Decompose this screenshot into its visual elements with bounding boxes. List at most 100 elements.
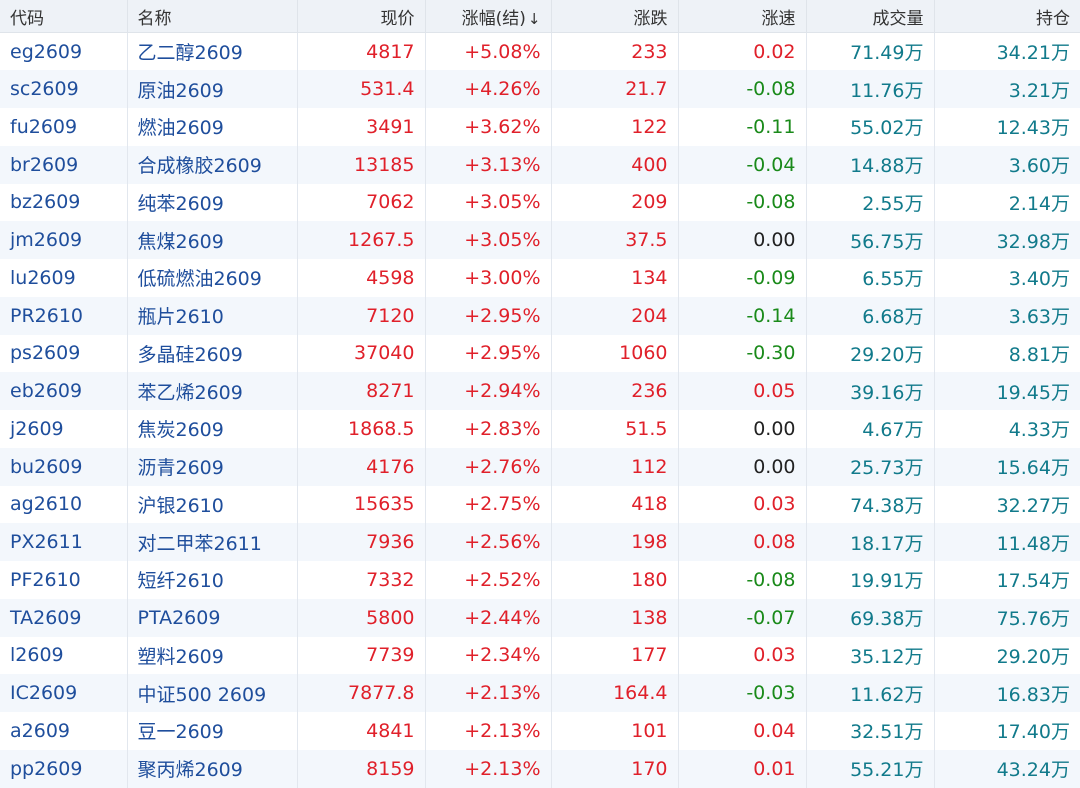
cell-speed: 0.00 bbox=[678, 410, 807, 448]
cell-name: 塑料2609 bbox=[127, 636, 298, 675]
table-row[interactable]: bu2609 沥青2609 4176 +2.76% 112 0.00 25.73万 15.64… bbox=[0, 447, 1080, 486]
cell-oi: 3.40万 bbox=[934, 259, 1080, 297]
cell-name: 燃油2609 bbox=[127, 108, 298, 146]
cell-change: 101 bbox=[551, 712, 679, 750]
cell-change: 418 bbox=[551, 485, 679, 524]
column-header-pct[interactable]: 涨幅(结) ↓ bbox=[425, 0, 552, 33]
cell-code: jm2609 bbox=[0, 221, 128, 259]
cell-oi: 8.81万 bbox=[934, 334, 1080, 373]
quotes-table: 代码 名称 现价 涨幅(结) ↓ 涨跌 涨速 成交量 持仓 eg2609 乙二醇26… bbox=[0, 0, 1080, 788]
column-header-volume[interactable]: 成交量 bbox=[806, 0, 935, 33]
cell-volume: 55.21万 bbox=[806, 749, 935, 788]
cell-speed: 0.08 bbox=[678, 523, 807, 561]
cell-change: 51.5 bbox=[551, 410, 679, 448]
cell-speed: -0.03 bbox=[678, 674, 807, 712]
table-row[interactable]: PF2610 短纤2610 7332 +2.52% 180 -0.08 19.91万 17.5… bbox=[0, 561, 1080, 599]
cell-price: 7739 bbox=[297, 636, 426, 675]
cell-change: 400 bbox=[551, 145, 679, 184]
cell-name: 焦炭2609 bbox=[127, 410, 298, 448]
cell-code: lu2609 bbox=[0, 259, 128, 297]
cell-name: 沥青2609 bbox=[127, 447, 298, 486]
table-row[interactable]: eg2609 乙二醇2609 4817 +5.08% 233 0.02 71.49万 34.2… bbox=[0, 32, 1080, 71]
table-row[interactable]: PR2610 瓶片2610 7120 +2.95% 204 -0.14 6.68万 3.63万 bbox=[0, 296, 1080, 335]
cell-oi: 43.24万 bbox=[934, 749, 1080, 788]
column-header-change[interactable]: 涨跌 bbox=[551, 0, 679, 33]
cell-price: 4817 bbox=[297, 32, 426, 71]
cell-name: 短纤2610 bbox=[127, 561, 298, 599]
cell-change: 236 bbox=[551, 372, 679, 410]
cell-code: sc2609 bbox=[0, 70, 128, 108]
cell-oi: 4.33万 bbox=[934, 410, 1080, 448]
cell-name: 合成橡胶2609 bbox=[127, 145, 298, 184]
cell-oi: 17.54万 bbox=[934, 561, 1080, 599]
cell-code: pp2609 bbox=[0, 749, 128, 788]
cell-pct: +3.62% bbox=[425, 108, 552, 146]
cell-pct: +2.13% bbox=[425, 749, 552, 788]
column-header-price[interactable]: 现价 bbox=[297, 0, 426, 33]
cell-oi: 17.40万 bbox=[934, 712, 1080, 750]
table-row[interactable]: jm2609 焦煤2609 1267.5 +3.05% 37.5 0.00 56.75万 32… bbox=[0, 221, 1080, 259]
cell-code: PR2610 bbox=[0, 296, 128, 335]
cell-pct: +2.75% bbox=[425, 485, 552, 524]
cell-speed: -0.08 bbox=[678, 561, 807, 599]
table-row[interactable]: l2609 塑料2609 7739 +2.34% 177 0.03 35.12万 29.20万 bbox=[0, 636, 1080, 675]
table-row[interactable]: lu2609 低硫燃油2609 4598 +3.00% 134 -0.09 6.55万 3.4… bbox=[0, 259, 1080, 297]
table-body: eg2609 乙二醇2609 4817 +5.08% 233 0.02 71.49万 34.2… bbox=[0, 32, 1080, 788]
cell-change: 164.4 bbox=[551, 674, 679, 712]
cell-code: bz2609 bbox=[0, 183, 128, 222]
table-row[interactable]: ps2609 多晶硅2609 37040 +2.95% 1060 -0.30 29.20万 8… bbox=[0, 334, 1080, 373]
cell-name: 多晶硅2609 bbox=[127, 334, 298, 373]
cell-volume: 69.38万 bbox=[806, 598, 935, 637]
column-header-speed[interactable]: 涨速 bbox=[678, 0, 807, 33]
cell-speed: 0.03 bbox=[678, 636, 807, 675]
table-row[interactable]: bz2609 纯苯2609 7062 +3.05% 209 -0.08 2.55万 2.14万 bbox=[0, 183, 1080, 222]
cell-code: l2609 bbox=[0, 636, 128, 675]
cell-oi: 75.76万 bbox=[934, 598, 1080, 637]
column-header-name[interactable]: 名称 bbox=[127, 0, 298, 33]
column-header-oi[interactable]: 持仓 bbox=[934, 0, 1080, 33]
cell-volume: 6.55万 bbox=[806, 259, 935, 297]
table-row[interactable]: sc2609 原油2609 531.4 +4.26% 21.7 -0.08 11.76万 3.… bbox=[0, 70, 1080, 108]
table-row[interactable]: a2609 豆一2609 4841 +2.13% 101 0.04 32.51万 17.40万 bbox=[0, 712, 1080, 750]
cell-change: 122 bbox=[551, 108, 679, 146]
cell-pct: +5.08% bbox=[425, 32, 552, 71]
table-row[interactable]: eb2609 苯乙烯2609 8271 +2.94% 236 0.05 39.16万 19.4… bbox=[0, 372, 1080, 410]
cell-pct: +2.76% bbox=[425, 447, 552, 486]
cell-volume: 11.62万 bbox=[806, 674, 935, 712]
table-row[interactable]: PX2611 对二甲苯2611 7936 +2.56% 198 0.08 18.17万 11.… bbox=[0, 523, 1080, 561]
cell-code: eg2609 bbox=[0, 32, 128, 71]
cell-speed: 0.00 bbox=[678, 221, 807, 259]
cell-speed: 0.01 bbox=[678, 749, 807, 788]
cell-volume: 25.73万 bbox=[806, 447, 935, 486]
cell-change: 37.5 bbox=[551, 221, 679, 259]
cell-name: PTA2609 bbox=[127, 598, 298, 637]
table-row[interactable]: br2609 合成橡胶2609 13185 +3.13% 400 -0.04 14.88万 3… bbox=[0, 145, 1080, 184]
cell-price: 531.4 bbox=[297, 70, 426, 108]
table-row[interactable]: ag2610 沪银2610 15635 +2.75% 418 0.03 74.38万 32.2… bbox=[0, 485, 1080, 524]
cell-volume: 6.68万 bbox=[806, 296, 935, 335]
table-row[interactable]: j2609 焦炭2609 1868.5 +2.83% 51.5 0.00 4.67万 4.33… bbox=[0, 410, 1080, 448]
cell-oi: 15.64万 bbox=[934, 447, 1080, 486]
cell-code: fu2609 bbox=[0, 108, 128, 146]
cell-price: 7936 bbox=[297, 523, 426, 561]
cell-pct: +2.44% bbox=[425, 598, 552, 637]
cell-oi: 19.45万 bbox=[934, 372, 1080, 410]
table-row[interactable]: pp2609 聚丙烯2609 8159 +2.13% 170 0.01 55.21万 43.2… bbox=[0, 749, 1080, 788]
column-header-code[interactable]: 代码 bbox=[0, 0, 128, 33]
cell-pct: +3.05% bbox=[425, 183, 552, 222]
cell-speed: -0.08 bbox=[678, 183, 807, 222]
cell-volume: 39.16万 bbox=[806, 372, 935, 410]
cell-speed: 0.03 bbox=[678, 485, 807, 524]
cell-volume: 35.12万 bbox=[806, 636, 935, 675]
cell-price: 7120 bbox=[297, 296, 426, 335]
cell-change: 138 bbox=[551, 598, 679, 637]
table-row[interactable]: fu2609 燃油2609 3491 +3.62% 122 -0.11 55.02万 12.4… bbox=[0, 108, 1080, 146]
table-row[interactable]: TA2609 PTA2609 5800 +2.44% 138 -0.07 69.38万 75.… bbox=[0, 598, 1080, 637]
cell-oi: 11.48万 bbox=[934, 523, 1080, 561]
cell-pct: +2.56% bbox=[425, 523, 552, 561]
cell-volume: 18.17万 bbox=[806, 523, 935, 561]
cell-volume: 2.55万 bbox=[806, 183, 935, 222]
cell-name: 中证500 2609 bbox=[127, 674, 298, 712]
table-row[interactable]: IC2609 中证500 2609 7877.8 +2.13% 164.4 -0.03 11… bbox=[0, 674, 1080, 712]
cell-speed: -0.30 bbox=[678, 334, 807, 373]
